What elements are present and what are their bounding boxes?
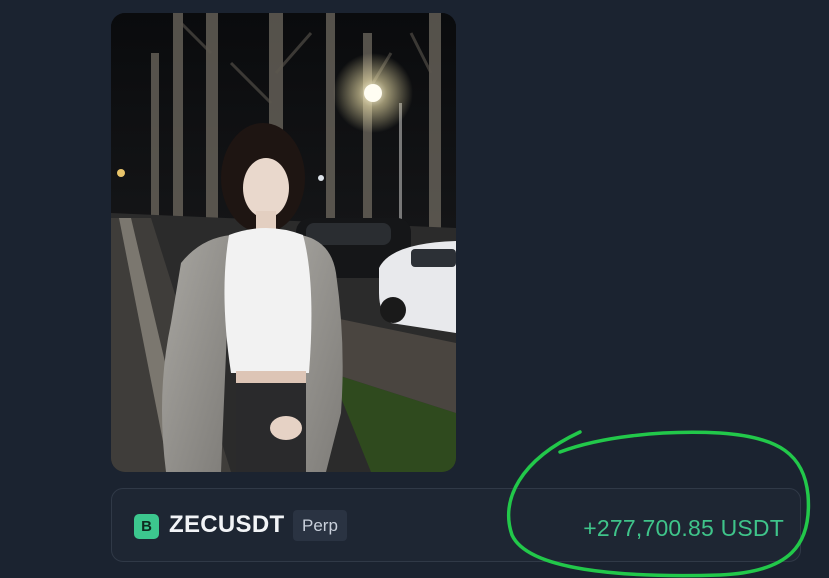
market-type-badge: Perp xyxy=(293,510,347,541)
trading-pair-symbol: ZECUSDT xyxy=(169,511,285,538)
exchange-logo-icon: B xyxy=(134,514,159,539)
shared-photo[interactable] xyxy=(111,13,456,472)
profit-and-loss-value: +277,700.85 USDT xyxy=(583,515,784,541)
page: B ZECUSDT Perp +277,700.85 USDT xyxy=(0,0,829,578)
trade-result-card[interactable]: B ZECUSDT Perp +277,700.85 USDT xyxy=(111,488,801,562)
night-street-portrait-image xyxy=(111,13,456,472)
